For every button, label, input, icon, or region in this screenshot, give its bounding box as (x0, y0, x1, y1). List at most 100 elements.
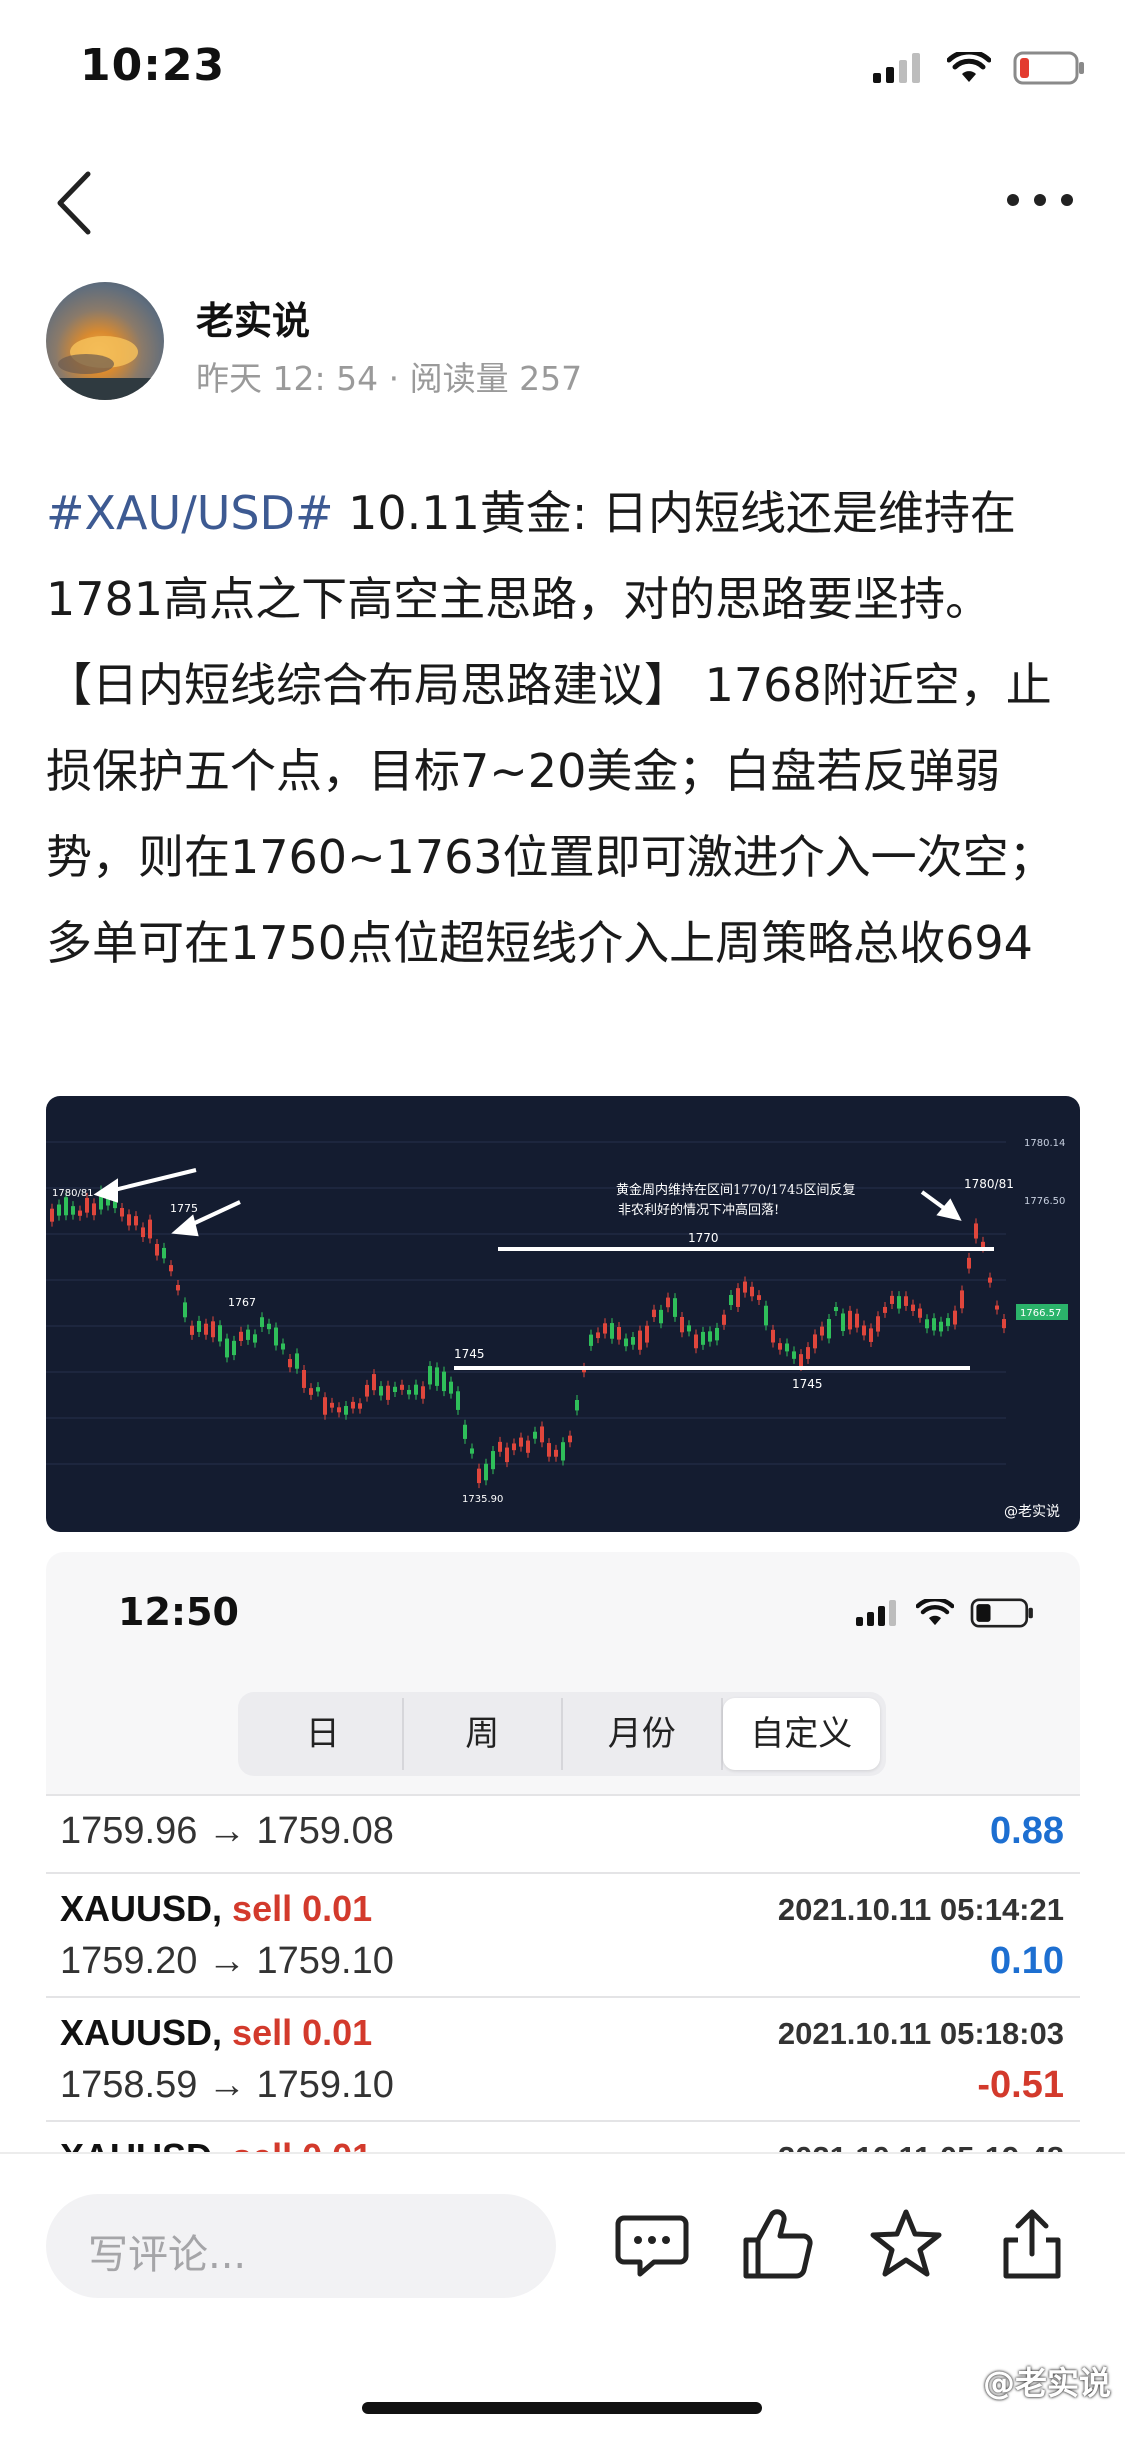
comments-button[interactable] (614, 2206, 690, 2282)
candle-body (883, 1306, 887, 1313)
candle-body (512, 1443, 516, 1451)
share-icon (1003, 2209, 1061, 2279)
chart-label-1745-left: 1745 (454, 1347, 485, 1361)
candle-body (575, 1399, 579, 1411)
candlestick-chart-graphic: 黄金周内维持在区间1770/1745区间反复 非农利好的情况下冲高回落! 177… (46, 1138, 1068, 1520)
candle-body (337, 1407, 341, 1413)
trade-datetime: 2021.10.11 05:14:21 (777, 1892, 1064, 1927)
candle-body (820, 1326, 824, 1336)
candle-body (533, 1431, 537, 1439)
meta-separator: · (388, 359, 400, 398)
candle-body (330, 1402, 334, 1408)
candle-body (519, 1437, 523, 1447)
candle-body (442, 1371, 446, 1392)
candle-body (204, 1323, 208, 1335)
chart-label-1780: 1780/81 (964, 1177, 1014, 1191)
author-name[interactable]: 老实说 (196, 290, 310, 345)
chart-annotation-line1: 黄金周内维持在区间1770/1745区间反复 (616, 1182, 856, 1198)
candle-body (239, 1331, 243, 1341)
trade-side: sell 0.01 (232, 1888, 373, 1929)
price-axis-2: 1776.50 (1024, 1196, 1065, 1207)
candle-body (673, 1298, 677, 1317)
trade-prices: 1758.59 → 1759.10 (60, 2064, 394, 2106)
tab-week[interactable]: 周 (404, 1698, 563, 1770)
candle-body (71, 1206, 75, 1215)
candle-body (596, 1332, 600, 1339)
tab-day[interactable]: 日 (244, 1698, 404, 1770)
trade-side: sell 0.01 (232, 2136, 372, 2152)
trade-symbol: XAUUSD, sell 0.01 (60, 2136, 372, 2152)
favorite-button[interactable] (868, 2206, 944, 2282)
candle-body (449, 1381, 453, 1394)
candle-body (540, 1426, 544, 1443)
home-indicator[interactable] (362, 2402, 762, 2414)
candle-body (946, 1318, 950, 1327)
candle-body (855, 1313, 859, 1328)
trade-list: 1759.96 → 1759.08 0.88 XAUUSD, sell 0.01… (46, 1794, 1080, 2152)
candle-body (407, 1389, 411, 1395)
candle-body (911, 1304, 915, 1311)
trade-symbol-text: XAUUSD, (60, 1888, 223, 1929)
back-chevron-icon (57, 171, 91, 235)
candle-body (953, 1310, 957, 1325)
trade-row: XAUUSD, sell 0.01 2021.10.11 05:19:48 (46, 2120, 1080, 2152)
candle-body (197, 1320, 201, 1332)
comment-input[interactable]: 写评论... (46, 2194, 556, 2298)
tab-month[interactable]: 月份 (563, 1698, 723, 1770)
battery-icon (970, 1598, 1033, 1628)
star-icon (870, 2209, 942, 2277)
candle-body (757, 1295, 761, 1300)
candle-body (169, 1265, 173, 1272)
trade-prices: 1759.96 → 1759.08 (60, 1810, 394, 1852)
candle-body (960, 1290, 964, 1309)
trade-prices: 1759.20 → 1759.10 (60, 1940, 394, 1982)
hashtag-link[interactable]: #XAU/USD# (46, 486, 334, 540)
candle-body (568, 1435, 572, 1443)
candle-body (428, 1366, 432, 1385)
sunset-cloud-icon (46, 336, 164, 400)
candle-body (974, 1223, 978, 1239)
candle-body (750, 1286, 754, 1297)
candle-body (253, 1334, 257, 1343)
trade-loss: -0.51 (977, 2064, 1064, 2106)
candle-body (435, 1367, 439, 1386)
candle-body (372, 1374, 376, 1391)
candle-body (967, 1257, 971, 1269)
embedded-status-icons (856, 1598, 1034, 1628)
candle-body (190, 1325, 194, 1335)
trade-symbol-text: XAUUSD, (60, 2012, 223, 2053)
candle-body (57, 1204, 61, 1216)
thumbs-up-icon (743, 2209, 813, 2279)
share-button[interactable] (994, 2206, 1070, 2282)
candle-body (988, 1277, 992, 1283)
candle-body (764, 1305, 768, 1326)
avatar[interactable] (46, 282, 164, 400)
candle-body (561, 1442, 565, 1461)
candle-body (659, 1309, 663, 1324)
candle-body (309, 1388, 313, 1395)
candle-body (638, 1330, 642, 1350)
more-button[interactable] (1005, 190, 1075, 220)
candle-body (603, 1323, 607, 1334)
candle-body (778, 1343, 782, 1350)
candle-body (505, 1447, 509, 1463)
candle-body (939, 1321, 943, 1332)
candle-body (869, 1328, 873, 1342)
candle-body (295, 1353, 299, 1369)
chart-annotation-line2: 非农利好的情况下冲高回落! (618, 1202, 779, 1218)
candle-body (687, 1325, 691, 1332)
candle-body (897, 1296, 901, 1309)
chart-watermark: @老实说 (1004, 1504, 1060, 1520)
trade-datetime: 2021.10.11 05:19:48 (778, 2140, 1064, 2152)
tab-custom[interactable]: 自定义 (722, 1698, 880, 1770)
wifi-icon (916, 1599, 954, 1626)
chart-image[interactable]: 黄金周内维持在区间1770/1745区间反复 非农利好的情况下冲高回落! 177… (46, 1096, 1080, 1532)
candle-body (225, 1338, 229, 1358)
trade-datetime: 2021.10.11 05:18:03 (777, 2016, 1064, 2051)
candle-body (344, 1405, 348, 1415)
back-button[interactable] (54, 170, 114, 240)
trade-symbol-text: XAUUSD, (60, 2136, 222, 2152)
post-time: 昨天 12: 54 (196, 359, 379, 398)
like-button[interactable] (740, 2206, 816, 2282)
candle-body (834, 1306, 838, 1312)
